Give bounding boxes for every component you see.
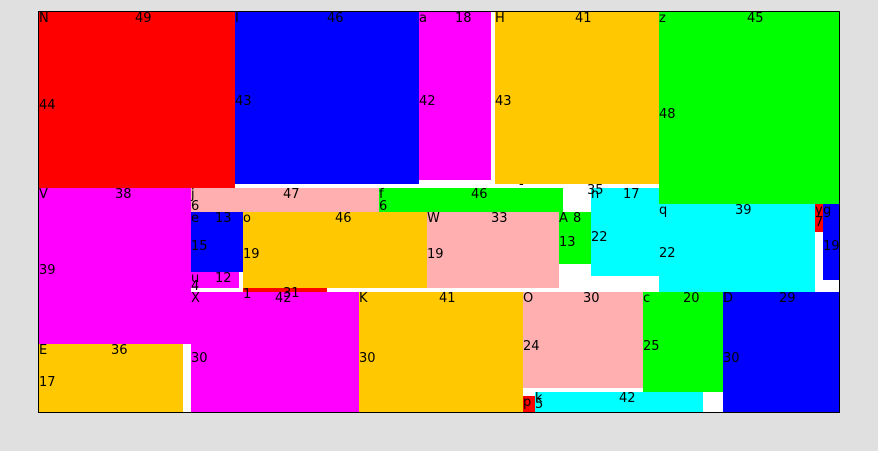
- block-width-label: 41: [439, 291, 456, 306]
- block-W: W 33 19: [427, 212, 559, 288]
- block-height-label: 43: [495, 94, 512, 109]
- label-1: 1: [243, 287, 252, 302]
- block-width-label: 33: [491, 211, 508, 226]
- block-width-label: 41: [575, 11, 592, 26]
- block-name: D: [723, 291, 734, 306]
- block-I: I 46 43: [235, 12, 419, 184]
- block-width-label: 12: [215, 271, 232, 286]
- block-name: e: [191, 211, 199, 226]
- block-name: A: [559, 211, 568, 226]
- block-height-label: 30: [723, 351, 740, 366]
- block-y: y 7: [815, 204, 823, 232]
- block-height-label: 30: [359, 351, 376, 366]
- block-name: q: [659, 203, 668, 218]
- block-height-label: 19: [243, 247, 260, 262]
- block-width-label: 46: [471, 187, 488, 202]
- block-N: N 49 44: [39, 12, 235, 188]
- block-D: D 29 30: [723, 292, 839, 412]
- block-name: V: [39, 187, 48, 202]
- block-width-label: 20: [683, 291, 700, 306]
- block-p: p: [523, 396, 535, 412]
- block-width-label: 47: [283, 187, 300, 202]
- block-width-label: 46: [327, 11, 344, 26]
- block-height-label: 15: [191, 239, 208, 254]
- block-E: E 36 17: [39, 344, 183, 412]
- block-name: K: [359, 291, 368, 306]
- block-z: z 45 48: [659, 12, 839, 204]
- block-name: p: [523, 395, 532, 410]
- block-V: V 38 39: [39, 188, 191, 344]
- block-q: q 39 22: [659, 204, 815, 292]
- block-j: j 47 6: [191, 187, 379, 213]
- block-O: O 30 24: [523, 292, 643, 388]
- block-name: g: [823, 203, 832, 218]
- block-width-label: 13: [215, 211, 232, 226]
- block-width-label: 29: [779, 291, 796, 306]
- block-height-label: 19: [427, 247, 444, 262]
- block-width-label: 49: [135, 11, 152, 26]
- block-width-label: 46: [335, 211, 352, 226]
- block-height-label: 22: [659, 246, 676, 261]
- block-f: f 46 6: [379, 187, 563, 213]
- block-X: X 42 30: [191, 292, 359, 412]
- block-height-label: 25: [643, 339, 660, 354]
- block-height-label: 42: [419, 94, 436, 109]
- block-height-label: 39: [39, 263, 56, 278]
- block-name: I: [235, 11, 239, 26]
- block-A: A 8 13: [559, 212, 591, 264]
- block-width-label: 42: [619, 391, 636, 406]
- block-name: H: [495, 11, 505, 26]
- block-width-label: 18: [455, 11, 472, 26]
- block-c: c 20 25: [643, 292, 723, 392]
- block-width-label: 36: [111, 343, 128, 358]
- label-4: 4: [191, 279, 200, 294]
- block-height-label: 19: [823, 239, 840, 254]
- block-H: H 41 43: [495, 12, 659, 184]
- block-name: o: [243, 211, 251, 226]
- block-width-label: 8: [573, 211, 582, 226]
- block-o: o 46 19: [243, 212, 427, 288]
- block-a: a 18 42: [419, 12, 491, 180]
- block-name: z: [659, 11, 666, 26]
- block-height-label: 48: [659, 107, 676, 122]
- block-height-label: 13: [559, 235, 576, 250]
- block-height-label: 44: [39, 98, 56, 113]
- block-name: W: [427, 211, 440, 226]
- block-height-label: 5: [535, 397, 544, 412]
- block-height-label: 24: [523, 339, 540, 354]
- block-n: n 17 22: [591, 188, 659, 276]
- label-35: 35: [587, 183, 604, 198]
- block-width-label: 45: [747, 11, 764, 26]
- block-e: e 13 15: [191, 212, 243, 272]
- block-height-label: 22: [591, 230, 608, 245]
- block-name: E: [39, 343, 48, 358]
- block-name: a: [419, 11, 427, 26]
- label-31: 31: [283, 286, 300, 301]
- block-name: O: [523, 291, 534, 306]
- block-height-label: 17: [39, 375, 56, 390]
- block-K: K 41 30: [359, 292, 523, 412]
- block-g: g 19: [823, 203, 840, 280]
- block-width-label: 38: [115, 187, 132, 202]
- block-name: c: [643, 291, 651, 306]
- block-width-label: 39: [735, 203, 752, 218]
- block-height-label: 43: [235, 94, 252, 109]
- block-width-label: 30: [583, 291, 600, 306]
- block-name: N: [39, 11, 49, 26]
- block-height-label: 30: [191, 351, 208, 366]
- treemap-canvas: N 49 44 I 46 43 a 18 42 H 41 43 z 45 48 …: [38, 11, 840, 413]
- block-width-label: 17: [623, 187, 640, 202]
- label-dash: -: [519, 177, 524, 192]
- block-k: k 42 5: [535, 392, 703, 412]
